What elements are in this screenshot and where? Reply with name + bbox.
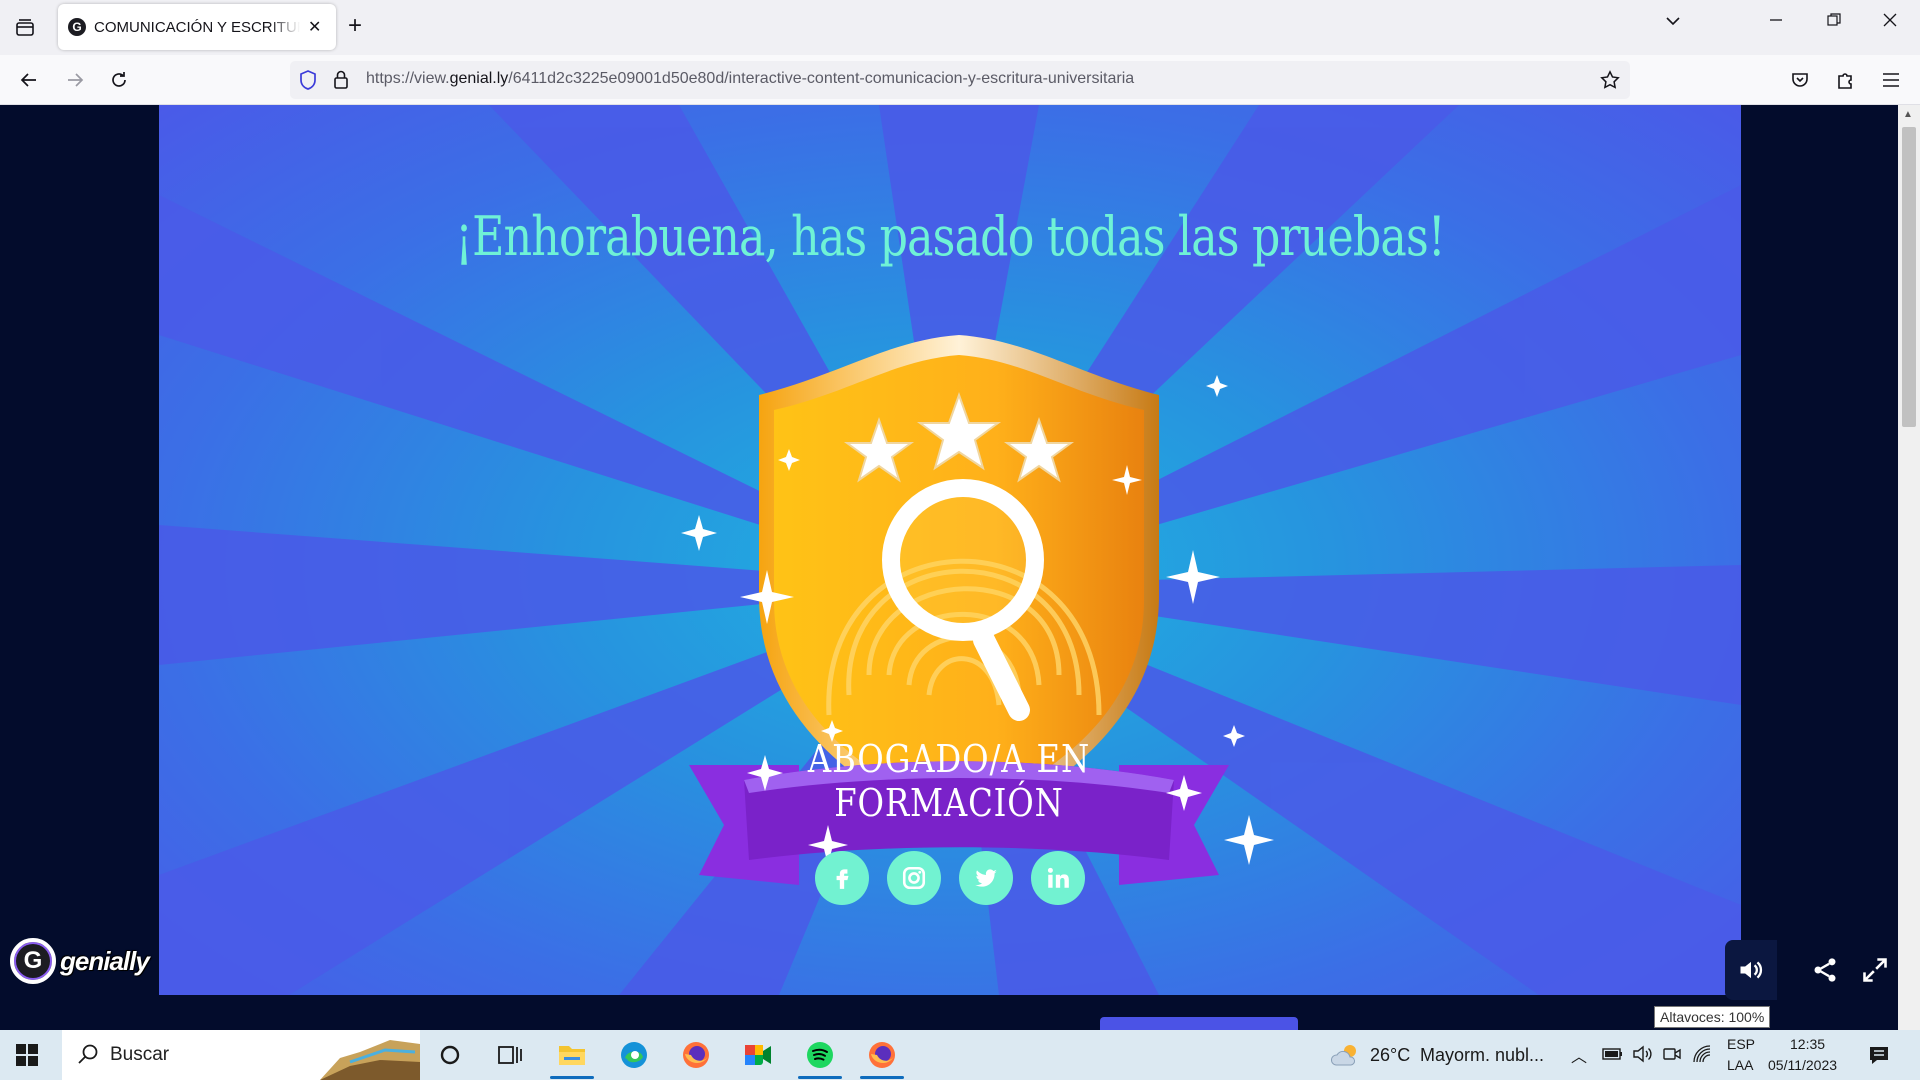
genially-logo[interactable]: G genially — [10, 938, 150, 984]
close-window-icon[interactable] — [1882, 12, 1898, 33]
keyboard-layout-code[interactable]: LAA — [1727, 1057, 1753, 1073]
genially-wordmark: genially — [60, 945, 150, 976]
page-below-content-strip — [1100, 1017, 1298, 1030]
battery-icon[interactable] — [1602, 1046, 1624, 1067]
scrollbar-thumb[interactable] — [1902, 127, 1916, 427]
wifi-network-icon[interactable] — [1692, 1044, 1712, 1069]
edge-icon[interactable] — [618, 1039, 650, 1071]
extensions-puzzle-icon[interactable] — [1830, 66, 1860, 94]
player-controls — [1725, 940, 1920, 1000]
twitter-share-button[interactable] — [959, 851, 1013, 905]
clock-date[interactable]: 05/11/2023 — [1768, 1057, 1837, 1073]
instagram-share-button[interactable] — [887, 851, 941, 905]
hamburger-menu-icon[interactable] — [1876, 66, 1906, 94]
search-icon — [78, 1044, 98, 1064]
tray-overflow-chevron-icon[interactable]: ︿ — [1571, 1043, 1587, 1067]
firefox-active-icon[interactable] — [866, 1039, 898, 1071]
weather-cloud-sun-icon[interactable] — [1330, 1041, 1362, 1074]
genially-stage: ¡Enhorabuena, has pasado todas las prueb… — [159, 105, 1741, 995]
new-tab-button[interactable]: + — [348, 12, 362, 40]
twitter-icon — [975, 869, 997, 887]
bookmark-star-icon[interactable] — [1600, 70, 1620, 95]
share-icon[interactable] — [1811, 956, 1839, 984]
tab-overflow-chevron-icon[interactable] — [1664, 12, 1682, 35]
facebook-share-button[interactable] — [815, 851, 869, 905]
windows-taskbar: Buscar 26°C Mayorm. nubl... ︿ ESP LAA 12… — [0, 1030, 1920, 1080]
scroll-up-arrow-icon[interactable]: ▲ — [1903, 109, 1913, 120]
reload-icon[interactable] — [104, 66, 134, 94]
instagram-icon — [902, 866, 926, 890]
fullscreen-icon[interactable] — [1861, 956, 1889, 984]
spotify-icon[interactable] — [804, 1039, 836, 1071]
notification-center-icon[interactable] — [1868, 1044, 1890, 1071]
pocket-icon[interactable] — [1785, 66, 1815, 94]
meet-now-camera-icon[interactable] — [1662, 1045, 1682, 1068]
firefox-icon[interactable] — [680, 1039, 712, 1071]
speaker-volume-icon[interactable] — [1632, 1045, 1654, 1068]
tracking-protection-shield-icon[interactable] — [298, 69, 318, 96]
spotify-active-indicator — [798, 1076, 842, 1079]
volume-speaker-icon[interactable] — [1737, 956, 1765, 984]
weather-temperature[interactable]: 26°C — [1370, 1045, 1410, 1066]
page-viewport: ¡Enhorabuena, has pasado todas las prueb… — [0, 105, 1920, 1030]
weather-condition[interactable]: Mayorm. nubl... — [1420, 1045, 1544, 1066]
browser-tab-bar: G COMUNICACIÓN Y ESCRITURA UNIVERSITARIA… — [0, 0, 1920, 55]
award-badge-illustration — [681, 335, 1274, 885]
search-label: Buscar — [110, 1044, 170, 1065]
file-explorer-icon[interactable] — [556, 1039, 588, 1071]
back-arrow-icon[interactable] — [14, 66, 44, 94]
tab-title: COMUNICACIÓN Y ESCRITURA UNIVERSITARIA — [94, 18, 300, 36]
browser-navigation-bar: https://view.genial.ly/6411d2c3225e09001… — [0, 55, 1920, 105]
browser-tab-active[interactable]: G COMUNICACIÓN Y ESCRITURA UNIVERSITARIA… — [58, 4, 336, 50]
list-all-tabs-icon[interactable] — [10, 14, 40, 42]
page-scrollbar[interactable]: ▲ — [1898, 105, 1920, 1030]
cortana-circle-icon[interactable] — [434, 1039, 466, 1071]
linkedin-icon — [1047, 867, 1069, 888]
restore-window-icon[interactable] — [1826, 12, 1842, 33]
address-bar[interactable]: https://view.genial.ly/6411d2c3225e09001… — [290, 61, 1630, 99]
volume-tooltip: Altavoces: 100% — [1654, 1006, 1771, 1028]
forward-arrow-icon[interactable] — [60, 66, 90, 94]
genially-favicon-icon: G — [68, 18, 86, 36]
close-tab-icon[interactable]: ✕ — [308, 17, 321, 37]
search-highlight-landscape-icon — [320, 1040, 420, 1080]
clock-time[interactable]: 12:35 — [1790, 1036, 1825, 1052]
firefox-active-indicator — [860, 1076, 904, 1079]
taskbar-search-box[interactable]: Buscar — [62, 1030, 420, 1080]
google-meet-icon[interactable] — [742, 1039, 774, 1071]
padlock-icon[interactable] — [332, 69, 350, 96]
badge-label: ABOGADO/A EN FORMACIÓN — [807, 737, 1091, 825]
keyboard-language-code[interactable]: ESP — [1727, 1036, 1755, 1052]
file-explorer-active-indicator — [550, 1076, 594, 1079]
genially-logo-icon: G — [10, 938, 56, 984]
task-view-icon[interactable] — [494, 1039, 526, 1071]
linkedin-share-button[interactable] — [1031, 851, 1085, 905]
windows-start-icon[interactable] — [16, 1044, 38, 1066]
url-text[interactable]: https://view.genial.ly/6411d2c3225e09001… — [366, 70, 1134, 88]
minimize-window-icon[interactable] — [1768, 12, 1784, 33]
congratulations-headline: ¡Enhorabuena, has pasado todas las prueb… — [455, 205, 1446, 268]
facebook-icon — [836, 869, 849, 889]
